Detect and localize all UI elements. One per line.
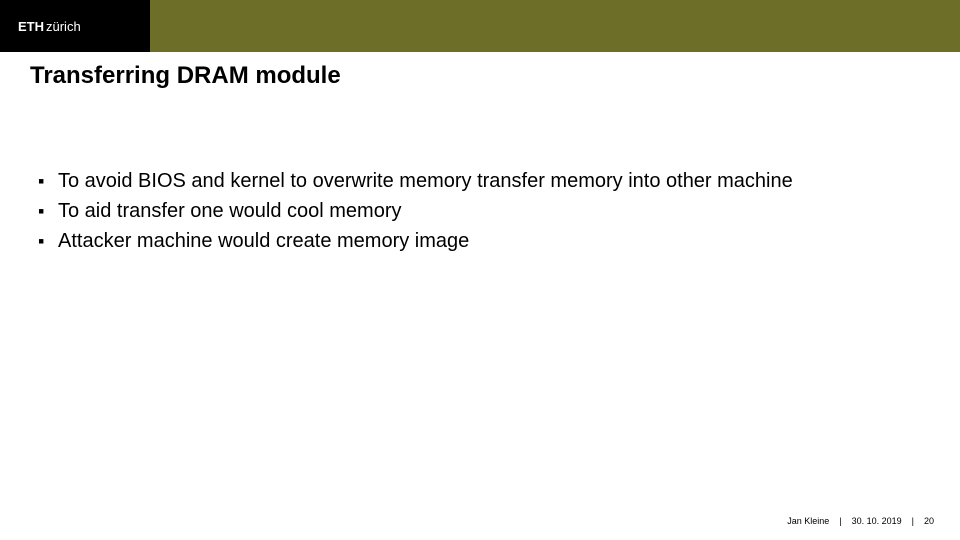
footer-date: 30. 10. 2019 (852, 516, 902, 526)
bullet-icon: ▪ (36, 168, 58, 194)
bullet-text: Attacker machine would create memory ima… (58, 228, 469, 254)
logo-zurich-text: zürich (46, 19, 81, 34)
eth-logo: ETH zürich (18, 19, 81, 34)
footer-separator: | (912, 516, 914, 526)
list-item: ▪ To avoid BIOS and kernel to overwrite … (36, 168, 920, 194)
logo-eth-text: ETH (18, 19, 44, 34)
bullet-text: To avoid BIOS and kernel to overwrite me… (58, 168, 793, 194)
body-content: ▪ To avoid BIOS and kernel to overwrite … (36, 168, 920, 258)
slide-title: Transferring DRAM module (30, 62, 341, 90)
slide: ETH zürich Transferring DRAM module ▪ To… (0, 0, 960, 540)
footer: Jan Kleine | 30. 10. 2019 | 20 (787, 516, 934, 526)
list-item: ▪ To aid transfer one would cool memory (36, 198, 920, 224)
list-item: ▪ Attacker machine would create memory i… (36, 228, 920, 254)
top-bar: ETH zürich (0, 0, 960, 52)
bullet-icon: ▪ (36, 198, 58, 224)
bullet-icon: ▪ (36, 228, 58, 254)
footer-page: 20 (924, 516, 934, 526)
footer-author: Jan Kleine (787, 516, 829, 526)
footer-separator: | (839, 516, 841, 526)
accent-bar (150, 0, 960, 52)
logo-area: ETH zürich (0, 0, 150, 52)
bullet-text: To aid transfer one would cool memory (58, 198, 402, 224)
